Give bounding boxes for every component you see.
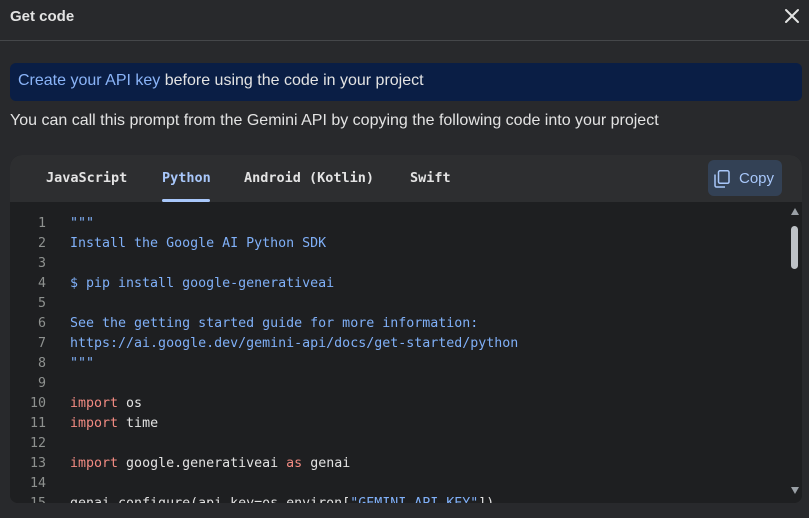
code-token: ]) <box>478 496 494 503</box>
tab-android-kotlin[interactable]: Android (Kotlin) <box>244 170 374 186</box>
code-line: 4 $ pip install google-generativeai <box>10 274 788 294</box>
description-text: You can call this prompt from the Gemini… <box>10 112 659 129</box>
line-number: 10 <box>29 396 46 411</box>
code-line: 10 import os <box>10 394 788 414</box>
code-token: os <box>118 396 143 411</box>
code-line: 14 <box>10 474 788 494</box>
create-api-key-link[interactable]: Create your API key <box>18 72 160 89</box>
code-token: """ <box>70 356 95 371</box>
code-text: See the getting started guide for more i… <box>70 314 478 334</box>
tab-javascript[interactable]: JavaScript <box>46 170 127 186</box>
code-line: 15 genai.configure(api_key=os.environ["GE… <box>10 494 788 503</box>
code-line: 8 """ <box>10 354 788 374</box>
code-line: 6 See the getting started guide for more … <box>10 314 788 334</box>
scroll-up-icon[interactable] <box>791 208 799 215</box>
scroll-down-icon[interactable] <box>791 487 799 494</box>
code-token: as <box>286 456 303 471</box>
copy-button-label: Copy <box>739 170 775 187</box>
line-number: 6 <box>37 316 46 331</box>
code-line: 9 <box>10 374 788 394</box>
code-token: See the getting started guide for more i… <box>70 316 479 331</box>
code-line: 2 Install the Google AI Python SDK <box>10 234 788 254</box>
code-token: genai <box>302 456 351 471</box>
line-number: 2 <box>37 236 46 251</box>
code-line: 12 <box>10 434 788 454</box>
line-number: 5 <box>37 296 46 311</box>
code-token: "GEMINI_API_KEY" <box>350 496 478 503</box>
line-number: 11 <box>29 416 46 431</box>
code-token: $ pip install google-generativeai <box>70 276 335 291</box>
code-token: https://ai.google.dev/gemini-api/docs/ge… <box>70 336 519 351</box>
dialog-title: Get code <box>10 8 75 25</box>
code-token: Install the Google AI Python SDK <box>70 236 327 251</box>
code-line: 1 """ <box>10 214 788 234</box>
line-number: 3 <box>37 256 46 271</box>
code-token: google.generativeai <box>118 456 287 471</box>
code-text: import os <box>70 394 142 414</box>
line-number: 9 <box>37 376 46 391</box>
code-token: time <box>118 416 159 431</box>
code-editor[interactable]: 1 """ 2 Install the Google AI Python SDK 3 4 $… <box>10 202 788 503</box>
code-token: genai.configure(api_key=os.environ[ <box>70 496 350 503</box>
copy-button[interactable]: Copy <box>708 160 782 196</box>
line-number: 14 <box>29 476 46 491</box>
code-scrollbar[interactable] <box>788 202 802 503</box>
line-number: 1 <box>37 216 46 231</box>
copy-icon <box>714 170 730 188</box>
line-number: 8 <box>37 356 46 371</box>
code-token: import <box>70 416 119 431</box>
code-text: genai.configure(api_key=os.environ["GEMI… <box>70 494 494 503</box>
banner-text: before using the code in your project <box>160 72 424 89</box>
line-number: 13 <box>29 456 46 471</box>
line-number: 4 <box>37 276 46 291</box>
code-line: 7 https://ai.google.dev/gemini-api/docs/g… <box>10 334 788 354</box>
dialog-header: Get code <box>0 0 809 41</box>
code-token: import <box>70 396 119 411</box>
code-line: 13 import google.generativeai as genai <box>10 454 788 474</box>
line-number: 15 <box>10 494 46 503</box>
code-token: """ <box>70 216 95 231</box>
close-icon[interactable] <box>781 5 803 27</box>
language-tabs: JavaScript Python Android (Kotlin) Swift… <box>10 155 802 202</box>
scrollbar-thumb[interactable] <box>791 226 798 269</box>
code-text: $ pip install google-generativeai <box>70 274 334 294</box>
code-line: 11 import time <box>10 414 788 434</box>
line-number: 7 <box>37 336 46 351</box>
code-panel: JavaScript Python Android (Kotlin) Swift… <box>10 155 802 503</box>
code-text: import time <box>70 414 158 434</box>
line-number: 12 <box>29 436 46 451</box>
code-token: import <box>70 456 119 471</box>
code-text: Install the Google AI Python SDK <box>70 234 326 254</box>
code-text: """ <box>70 214 94 234</box>
code-text: https://ai.google.dev/gemini-api/docs/ge… <box>70 334 518 354</box>
api-key-banner: Create your API key before using the cod… <box>10 63 802 101</box>
code-line: 3 <box>10 254 788 274</box>
code-line: 5 <box>10 294 788 314</box>
code-text: import google.generativeai as genai <box>70 454 350 474</box>
tab-swift[interactable]: Swift <box>410 170 451 186</box>
tab-python[interactable]: Python <box>162 170 211 186</box>
code-text: """ <box>70 354 94 374</box>
